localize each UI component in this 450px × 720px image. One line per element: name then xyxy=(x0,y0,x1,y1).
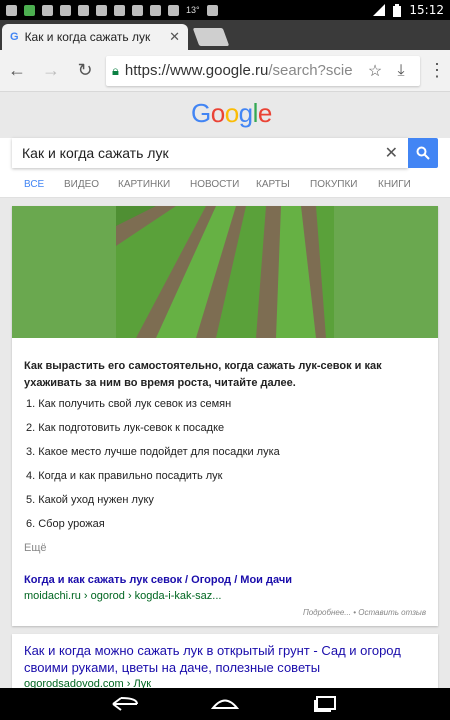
clock: 15:12 xyxy=(409,3,444,17)
overflow-menu-icon[interactable]: ⋮ xyxy=(424,60,450,81)
tab-0[interactable]: ВСЕ xyxy=(24,172,44,197)
google-favicon-icon: G xyxy=(10,31,19,43)
list-item: 3. Какое место лучше подойдет для посадк… xyxy=(26,446,280,458)
result-title-link[interactable]: Когда и как сажать лук севок / Огород / … xyxy=(24,574,292,586)
weather-icon xyxy=(168,4,179,16)
search-query: Как и когда сажать лук xyxy=(22,145,169,161)
logo-letter: g xyxy=(238,98,253,128)
list-item: 5. Какой уход нужен луку xyxy=(26,494,154,506)
search-tabs: ВСЕ ВИДЕО КАРТИНКИ НОВОСТИ КАРТЫ ПОКУПКИ КНИГИ xyxy=(0,172,450,198)
phone-icon xyxy=(78,4,89,16)
search-results-page: Google Как и когда сажать лук ✕ ВСЕ ВИДЕО… xyxy=(0,92,450,688)
logo-letter: o xyxy=(210,98,225,128)
tab-4[interactable]: КАРТЫ xyxy=(256,172,290,197)
search-input[interactable]: Как и когда сажать лук ✕ xyxy=(12,138,408,168)
result-url[interactable]: ogorodsadovod.com › Лук xyxy=(24,678,151,688)
new-tab-button[interactable] xyxy=(192,28,230,46)
tab-strip: G Как и когда сажать лук ✕ xyxy=(0,20,450,50)
logo-letter: e xyxy=(257,98,272,128)
forward-arrow-icon[interactable]: → xyxy=(34,60,68,81)
browser-tab[interactable]: G Как и когда сажать лук ✕ xyxy=(2,24,188,50)
tab-6[interactable]: КНИГИ xyxy=(378,172,411,197)
result-card: Как и когда можно сажать лук в открытый … xyxy=(12,634,438,688)
close-icon[interactable]: ✕ xyxy=(169,29,180,45)
list-item: 4. Когда и как правильно посадить лук xyxy=(26,470,223,482)
cup-icon xyxy=(206,4,218,16)
tab-3[interactable]: НОВОСТИ xyxy=(190,172,239,197)
nav-recents-icon[interactable] xyxy=(310,694,340,714)
image-band xyxy=(12,206,438,338)
status-bar: 13° 15:12 xyxy=(0,0,450,20)
reload-icon[interactable]: ↻ xyxy=(68,60,102,81)
back-arrow-icon[interactable]: ← xyxy=(0,60,34,81)
star-icon[interactable]: ☆ xyxy=(362,61,388,81)
nav-back-icon[interactable] xyxy=(110,694,140,714)
tab-1[interactable]: ВИДЕО xyxy=(64,172,99,197)
app-icon xyxy=(24,4,35,16)
lock-icon: 🔒︎ xyxy=(112,62,119,78)
download-icon[interactable]: ⤓ xyxy=(388,62,414,80)
tab-2[interactable]: КАРТИНКИ xyxy=(118,172,170,197)
bus-icon xyxy=(96,4,107,16)
skype-icon xyxy=(114,4,125,16)
list-item: 1. Как получить свой лук севок из семян xyxy=(26,398,232,410)
search-area: Как и когда сажать лук ✕ ВСЕ ВИДЕО КАРТИНК… xyxy=(0,138,450,198)
signal-icon xyxy=(373,4,386,16)
temperature: 13° xyxy=(186,5,200,15)
search-button[interactable] xyxy=(408,138,438,168)
messenger-icon xyxy=(132,4,143,16)
search-icon xyxy=(416,146,430,160)
tab-5[interactable]: ПОКУПКИ xyxy=(310,172,357,197)
browser-toolbar: ← → ↻ 🔒︎ https://www.google.ru/search?sc… xyxy=(0,50,450,92)
address-bar[interactable]: 🔒︎ https://www.google.ru/search?scie ☆ ⤓ xyxy=(106,55,420,86)
feedback-link[interactable]: Подробнее... • Оставить отзыв xyxy=(303,608,426,617)
envelope-icon xyxy=(150,4,161,16)
url-text: https://www.google.ru/search?scie xyxy=(125,62,362,79)
image-icon xyxy=(42,4,53,16)
result-url[interactable]: moidachi.ru › ogorod › kogda-i-kak-saz..… xyxy=(24,590,221,602)
clear-icon[interactable]: ✕ xyxy=(385,143,398,163)
more-link[interactable]: Ещё xyxy=(24,542,47,554)
snippet-intro: Как вырастить его самостоятельно, когда … xyxy=(24,360,382,389)
result-title-link[interactable]: Как и когда можно сажать лук в открытый … xyxy=(24,642,428,676)
list-item: 6. Сбор урожая xyxy=(26,518,105,530)
steps-list: 1. Как получить свой лук севок из семян 2… xyxy=(26,396,280,540)
google-logo: Google xyxy=(191,98,272,129)
logo-letter: o xyxy=(224,98,239,128)
tab-title: Как и когда сажать лук xyxy=(24,30,151,44)
onion-field-image[interactable] xyxy=(116,206,334,338)
android-nav-bar xyxy=(0,688,450,720)
battery-icon xyxy=(393,3,402,17)
featured-snippet-card: Как вырастить его самостоятельно, когда … xyxy=(12,206,438,626)
list-item: 2. Как подготовить лук-севок к посадке xyxy=(26,422,225,434)
logo-letter: G xyxy=(191,98,211,128)
url-host: https://www.google.ru xyxy=(124,62,269,79)
mail-icon xyxy=(60,4,71,16)
notification-icon xyxy=(6,4,17,16)
url-path: /search?scie xyxy=(268,62,353,79)
nav-home-icon[interactable] xyxy=(210,694,240,714)
